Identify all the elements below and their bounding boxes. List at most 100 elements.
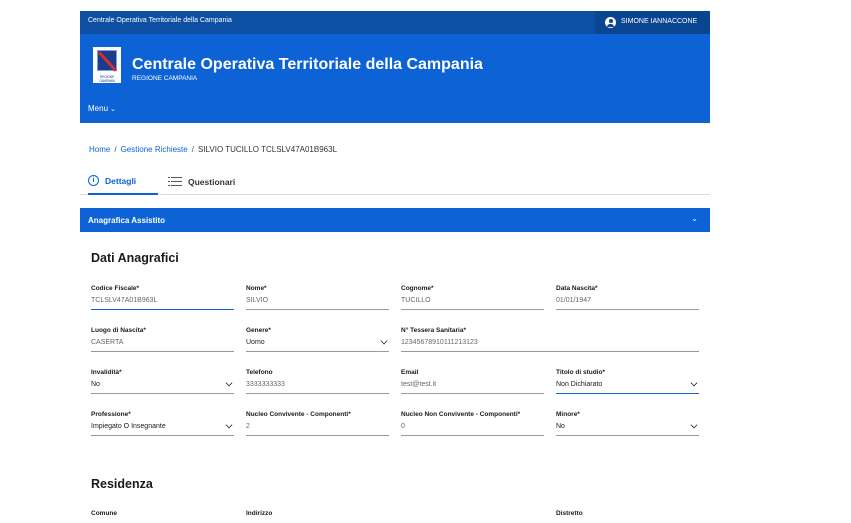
chevron-down-icon (690, 379, 698, 387)
nome-field[interactable]: Nome* SILVIO (246, 285, 389, 312)
logo-caption: REGIONE CAMPANIA (99, 75, 115, 83)
breadcrumb-separator: / (114, 145, 117, 154)
tab-dettagli[interactable]: i Dettagli (88, 168, 158, 195)
field-value: 01/01/1947 (556, 297, 592, 304)
region-logo[interactable]: REGIONE CAMPANIA (93, 47, 121, 83)
list-icon (168, 177, 182, 186)
nucleo-non-convivente-field[interactable]: Nucleo Non Convivente - Componenti* 0 (401, 411, 544, 438)
site-title: Centrale Operativa Territoriale della Ca… (132, 56, 483, 73)
field-label: Genere* (246, 327, 271, 334)
breadcrumb-separator: / (191, 145, 194, 154)
professione-select[interactable]: Professione* Impiegato O Insegnante (91, 411, 234, 438)
chevron-down-icon: ⌄ (110, 106, 116, 113)
titolo-studio-select[interactable]: Titolo di studio* Non Dichiarato (556, 369, 699, 396)
field-value: TUCILLO (401, 297, 431, 304)
field-value: Uomo (246, 339, 265, 346)
field-label: N° Tessera Sanitaria* (401, 327, 466, 334)
chevron-down-icon (690, 421, 698, 429)
field-underline (91, 309, 234, 310)
luogo-nascita-field[interactable]: Luogo di Nascita* CASERTA (91, 327, 234, 354)
data-nascita-field[interactable]: Data Nascita* 01/01/1947 (556, 285, 699, 312)
tessera-sanitaria-field[interactable]: N° Tessera Sanitaria* 123456789101112131… (401, 327, 699, 354)
user-menu[interactable]: SIMONE IANNACCONE (595, 11, 710, 34)
site-subtitle: REGIONE CAMPANIA (132, 75, 198, 82)
shield-icon (97, 50, 117, 71)
field-label: Nome* (246, 285, 267, 292)
field-label: Minore* (556, 411, 580, 418)
field-value: SILVIO (246, 297, 269, 304)
field-label: Nucleo Non Convivente - Componenti* (401, 411, 521, 418)
info-icon: i (88, 175, 99, 186)
invalidita-select[interactable]: Invalidità* No (91, 369, 234, 396)
minore-select[interactable]: Minore* No (556, 411, 699, 438)
field-underline (401, 393, 544, 394)
telefono-field[interactable]: Telefono 3333333333 (246, 369, 389, 396)
indirizzo-field[interactable]: Indirizzo (246, 510, 389, 522)
field-label: Luogo di Nascita* (91, 327, 146, 334)
comune-field[interactable]: Comune (91, 510, 234, 522)
breadcrumb-gestione-richieste[interactable]: Gestione Richieste (121, 145, 188, 154)
field-value: 3333333333 (246, 381, 285, 388)
menu-button[interactable]: Menu ⌄ (88, 104, 116, 113)
field-label: Cognome* (401, 285, 434, 292)
breadcrumb: Home / Gestione Richieste / SILVIO TUCILLO T… (89, 145, 337, 154)
field-label: Titolo di studio* (556, 369, 605, 376)
cognome-field[interactable]: Cognome* TUCILLO (401, 285, 544, 312)
field-underline (246, 309, 389, 310)
breadcrumb-home[interactable]: Home (89, 145, 110, 154)
field-value: 2 (246, 423, 250, 430)
field-underline (91, 393, 234, 394)
field-label: Data Nascita* (556, 285, 598, 292)
section-title-residenza: Residenza (91, 477, 153, 491)
field-label: Professione* (91, 411, 131, 418)
chevron-down-icon (225, 379, 233, 387)
section-title-dati-anagrafici: Dati Anagrafici (91, 251, 179, 265)
chevron-down-icon (225, 421, 233, 429)
distretto-field[interactable]: Distretto (556, 510, 699, 522)
field-value: test@test.it (401, 381, 437, 388)
field-underline (91, 351, 234, 352)
field-label: Telefono (246, 369, 273, 376)
accordion-anagrafica-assistito[interactable]: Anagrafica Assistito ⌄ (80, 208, 710, 232)
field-underline (401, 309, 544, 310)
field-underline (556, 309, 699, 310)
tab-questionari[interactable]: Questionari (168, 168, 258, 195)
field-label: Comune (91, 510, 117, 517)
field-label: Codice Fiscale* (91, 285, 140, 292)
field-underline (246, 393, 389, 394)
user-name: SIMONE IANNACCONE (621, 18, 698, 25)
topbar-title: Centrale Operativa Territoriale della Ca… (88, 17, 232, 24)
field-underline (246, 351, 389, 352)
field-value: 12345678910111213123 (401, 339, 478, 346)
breadcrumb-current: SILVIO TUCILLO TCLSLV47A01B963L (197, 145, 338, 154)
codice-fiscale-field[interactable]: Codice Fiscale* TCLSLV47A01B963L (91, 285, 234, 312)
field-label: Nucleo Convivente - Componenti* (246, 411, 351, 418)
field-value: TCLSLV47A01B963L (91, 297, 158, 304)
field-value: 0 (401, 423, 405, 430)
nucleo-convivente-field[interactable]: Nucleo Convivente - Componenti* 2 (246, 411, 389, 438)
field-value: No (91, 381, 100, 388)
field-underline (556, 393, 699, 394)
email-field[interactable]: Email test@test.it (401, 369, 544, 396)
tab-dettagli-label: Dettagli (105, 175, 137, 186)
field-value: Non Dichiarato (556, 381, 603, 388)
tab-bar: i Dettagli Questionari (80, 168, 710, 195)
field-label: Indirizzo (246, 510, 273, 517)
chevron-down-icon: ⌄ (691, 214, 698, 223)
field-label: Distretto (556, 510, 583, 517)
genere-select[interactable]: Genere* Uomo (246, 327, 389, 354)
user-icon (605, 17, 616, 28)
field-label: Email (401, 369, 419, 376)
field-value: No (556, 423, 565, 430)
chevron-down-icon (380, 337, 388, 345)
field-underline (401, 351, 699, 352)
field-underline (401, 435, 544, 436)
top-bar: Centrale Operativa Territoriale della Ca… (80, 11, 710, 34)
field-underline (91, 435, 234, 436)
field-underline (556, 435, 699, 436)
field-label: Invalidità* (91, 369, 122, 376)
field-value: Impiegato O Insegnante (91, 423, 166, 430)
field-value: CASERTA (91, 339, 124, 346)
field-underline (246, 435, 389, 436)
accordion-title: Anagrafica Assistito (88, 216, 166, 225)
